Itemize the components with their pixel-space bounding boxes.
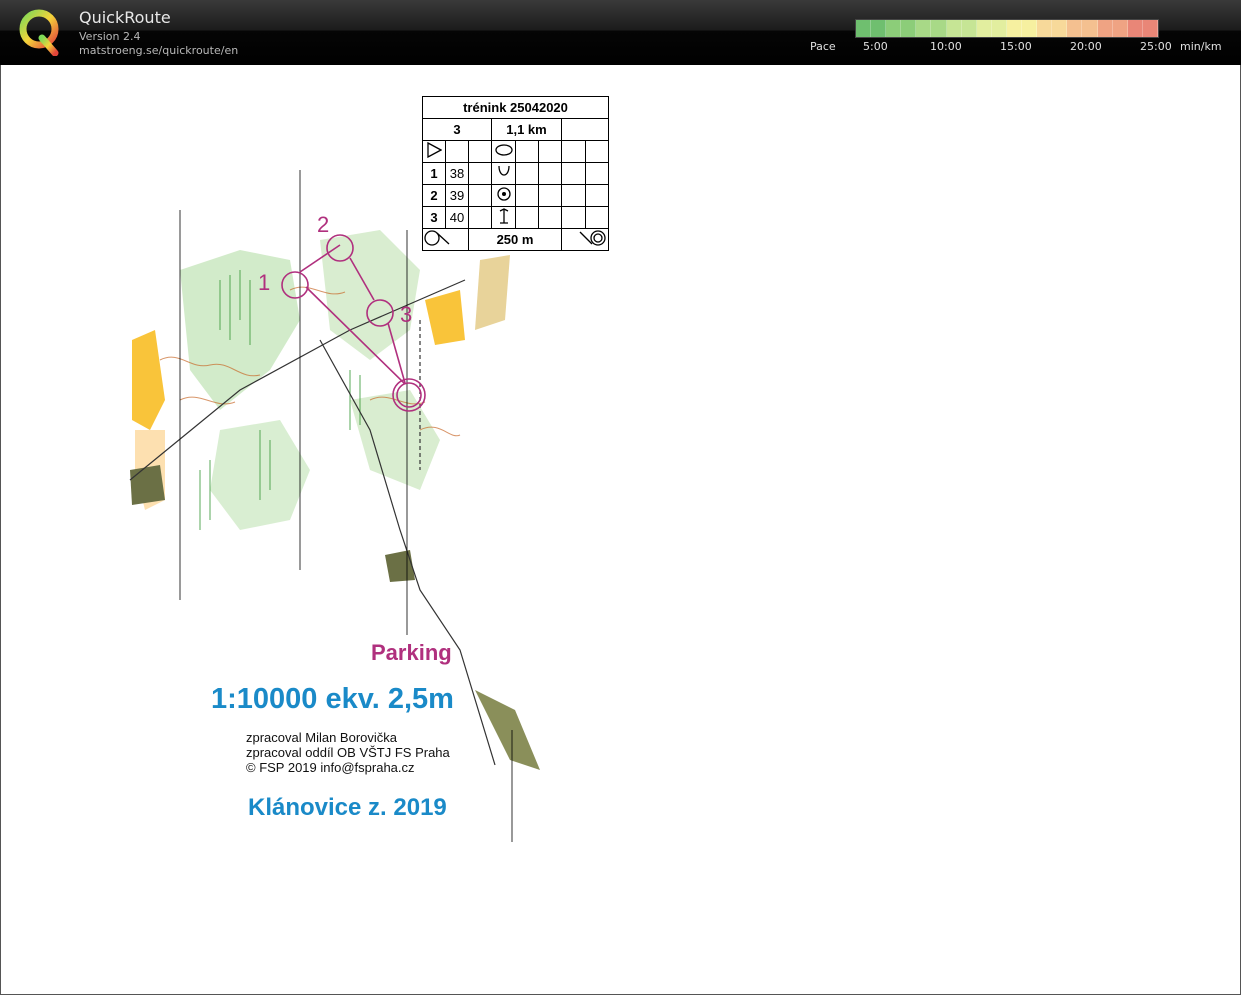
credit-line: zpracoval oddíl OB VŠTJ FS Praha	[246, 745, 450, 760]
pace-scale-cell	[991, 20, 1007, 37]
pace-scale-cell	[1082, 20, 1098, 37]
pace-tick: 25:00	[1140, 40, 1172, 53]
pace-scale-cell	[976, 20, 992, 37]
control-description-table: trénink 25042020 3 1,1 km 1 38 2 39 3 40	[422, 96, 609, 251]
control-label-2: 2	[317, 212, 329, 237]
start-feature-icon	[491, 140, 516, 163]
pace-scale-cell	[1037, 20, 1053, 37]
control-row: 2 39	[422, 184, 609, 207]
pace-scale-cell	[901, 20, 917, 37]
title-bar: QuickRoute Version 2.4 matstroeng.se/qui…	[0, 0, 1241, 66]
app-version: Version 2.4	[79, 30, 141, 43]
course-length: 1,1 km	[491, 118, 562, 141]
map-scale: 1:10000 ekv. 2,5m	[211, 683, 454, 715]
pace-tick: 10:00	[930, 40, 962, 53]
depression-icon	[491, 162, 516, 185]
control-number: 1	[422, 162, 446, 185]
control-label-3: 3	[400, 302, 412, 327]
water-hole-icon	[491, 184, 516, 207]
control-code: 39	[445, 184, 469, 207]
control-label-1: 1	[258, 270, 270, 295]
credit-line: © FSP 2019 info@fspraha.cz	[246, 760, 415, 775]
pace-scale-cell	[886, 20, 902, 37]
pace-scale-cell	[1052, 20, 1068, 37]
tower-icon	[491, 206, 516, 229]
control-number: 3	[422, 206, 446, 229]
pace-scale-cell	[1022, 20, 1038, 37]
pace-scale-cell	[1067, 20, 1083, 37]
app-title: QuickRoute	[79, 8, 171, 27]
pace-scale-cell	[1112, 20, 1128, 37]
pace-scale-cell	[961, 20, 977, 37]
control-row: 3 40	[422, 206, 609, 229]
pace-unit: min/km	[1180, 40, 1222, 53]
course-number: 3	[422, 118, 492, 141]
control-code: 38	[445, 162, 469, 185]
pace-scale-cell	[1127, 20, 1143, 37]
pace-scale-cell	[931, 20, 947, 37]
map-credits: zpracoval Milan Borovička zpracoval oddí…	[246, 730, 450, 775]
route-to-finish-length: 250 m	[468, 228, 562, 251]
pace-scale-cell	[871, 20, 887, 37]
course-title: trénink 25042020	[422, 96, 609, 119]
pace-scale-cell	[1006, 20, 1023, 37]
pace-tick: 20:00	[1070, 40, 1102, 53]
credit-line: zpracoval Milan Borovička	[246, 730, 398, 745]
pace-tick: 5:00	[863, 40, 888, 53]
pace-tick: 15:00	[1000, 40, 1032, 53]
quickroute-logo-icon	[19, 9, 59, 56]
pace-scale-cell	[946, 20, 962, 37]
map-name: Klánovice z. 2019	[248, 794, 447, 821]
control-code: 40	[445, 206, 469, 229]
app-url[interactable]: matstroeng.se/quickroute/en	[79, 44, 238, 57]
pace-scale-cell	[1142, 20, 1158, 37]
start-triangle-icon	[422, 140, 446, 163]
pace-scale-cell	[856, 20, 872, 37]
navigate-from-control-icon	[422, 228, 469, 251]
pace-scale-cell	[916, 20, 932, 37]
pace-label: Pace	[810, 40, 836, 53]
parking-label: Parking	[371, 640, 452, 665]
control-number: 2	[422, 184, 446, 207]
finish-icon	[561, 228, 609, 251]
pace-scale-cell	[1097, 20, 1113, 37]
pace-color-scale	[855, 19, 1159, 38]
control-row: 1 38	[422, 162, 609, 185]
